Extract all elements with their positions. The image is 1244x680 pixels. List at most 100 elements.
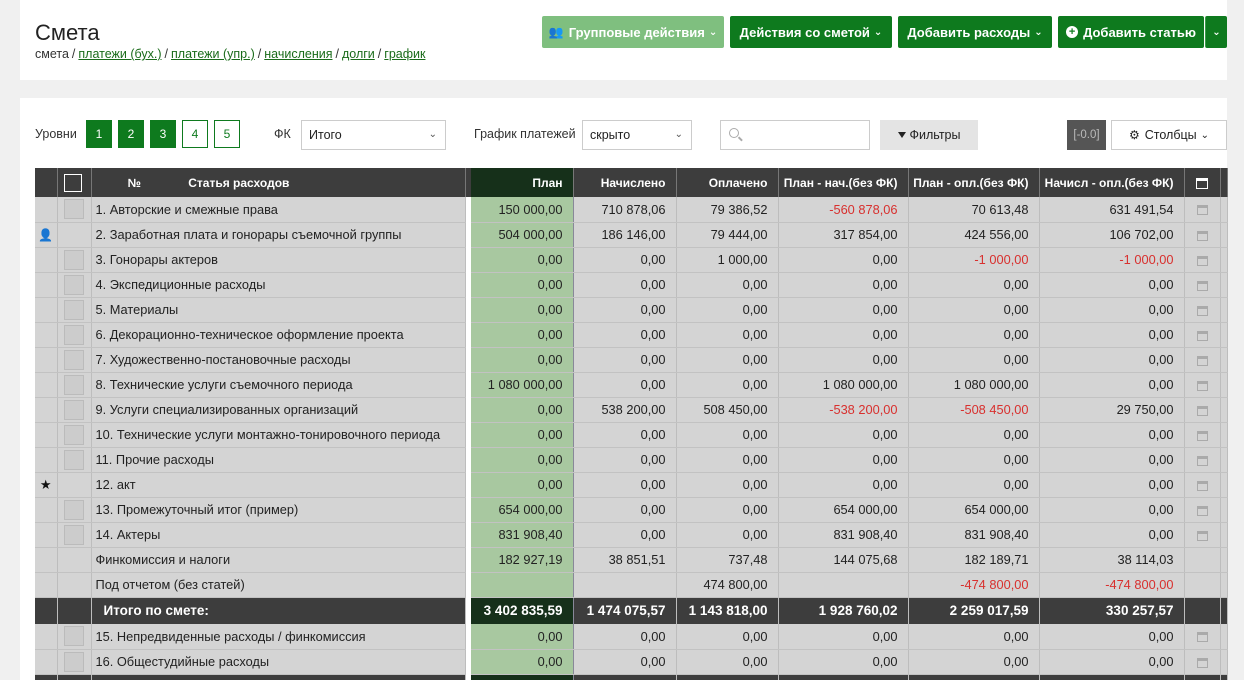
row-checkbox[interactable] [64, 249, 84, 270]
cell-plan[interactable]: 0,00 [471, 624, 574, 650]
cell-plan[interactable]: 0,00 [471, 649, 574, 675]
cell-plan[interactable]: 0,00 [471, 322, 574, 348]
cell-plan-accr[interactable]: -538 200,00 [778, 397, 909, 423]
columns-button[interactable]: ⚙ Столбцы ⌄ [1111, 120, 1227, 150]
cell-plan[interactable]: 0,00 [471, 447, 574, 473]
table-row[interactable]: 5. Материалы 0,00 0,00 0,00 0,00 0,00 0,00 [35, 297, 1228, 323]
cell-accrued[interactable]: 0,00 [573, 247, 677, 273]
table-row[interactable]: 14. Актеры 831 908,40 0,00 0,00 831 908,40 83… [35, 522, 1228, 548]
cell-plan-paid[interactable]: 831 908,40 [908, 522, 1040, 548]
cell-plan-accr[interactable]: 317 854,00 [778, 222, 909, 248]
table-row[interactable]: 1. Авторские и смежные права 150 000,00 71… [35, 197, 1228, 223]
cell-accr-paid[interactable]: 38 114,03 [1039, 547, 1185, 573]
cell-plan[interactable]: 654 000,00 [471, 497, 574, 523]
cell-plan-accr[interactable]: 0,00 [778, 272, 909, 298]
cell-accrued[interactable]: 0,00 [573, 472, 677, 498]
table-row[interactable]: 6. Декорационно-техническое оформление п… [35, 322, 1228, 348]
cell-plan-accr[interactable]: 831 908,40 [778, 522, 909, 548]
cell-plan-paid[interactable]: 0,00 [908, 649, 1040, 675]
article-name[interactable]: 7. Художественно-постановочные расходы [91, 347, 466, 373]
table-row[interactable]: 11. Прочие расходы 0,00 0,00 0,00 0,00 0,00 0,… [35, 447, 1228, 473]
cell-plan-accr[interactable]: -560 878,06 [778, 197, 909, 223]
fk-select[interactable]: Итого ⌄ [301, 120, 446, 150]
cell-plan[interactable]: 182 927,19 [471, 547, 574, 573]
cell-accrued[interactable]: 0,00 [573, 272, 677, 298]
cell-accrued[interactable]: 710 878,06 [573, 197, 677, 223]
cell-plan-paid[interactable]: -474 800,00 [908, 572, 1040, 598]
article-name[interactable]: 3. Гонорары актеров [91, 247, 466, 273]
calendar-icon[interactable] [1196, 205, 1208, 216]
article-name[interactable]: 13. Промежуточный итог (пример) [91, 497, 466, 523]
column-header-plan-accrued[interactable]: План - нач.(без ФК) [778, 168, 909, 197]
table-row[interactable]: 👤 2. Заработная плата и гонорары съемочно… [35, 222, 1228, 248]
cell-plan-paid[interactable]: 424 556,00 [908, 222, 1040, 248]
cell-paid[interactable]: 508 450,00 [676, 397, 779, 423]
cell-accr-paid[interactable]: 106 702,00 [1039, 222, 1185, 248]
cell-plan-paid[interactable]: 182 189,71 [908, 547, 1040, 573]
cell-accr-paid[interactable]: -1 000,00 [1039, 247, 1185, 273]
cell-plan[interactable]: 150 000,00 [471, 197, 574, 223]
cell-accr-paid[interactable]: 0,00 [1039, 322, 1185, 348]
cell-paid[interactable]: 0,00 [676, 297, 779, 323]
cell-plan-accr[interactable]: 0,00 [778, 247, 909, 273]
crumb-link-debts[interactable]: долги [342, 47, 375, 61]
calendar-icon[interactable] [1196, 455, 1208, 466]
row-checkbox[interactable] [64, 449, 84, 470]
cell-accr-paid[interactable]: 0,00 [1039, 297, 1185, 323]
cell-paid[interactable]: 0,00 [676, 649, 779, 675]
table-row[interactable]: 13. Промежуточный итог (пример) 654 000,0… [35, 497, 1228, 523]
cell-plan-accr[interactable]: 1 080 000,00 [778, 372, 909, 398]
cell-plan[interactable]: 0,00 [471, 472, 574, 498]
cell-plan-accr[interactable]: 0,00 [778, 297, 909, 323]
cell-accr-paid[interactable]: 0,00 [1039, 447, 1185, 473]
cell-accrued[interactable]: 186 146,00 [573, 222, 677, 248]
cell-accrued[interactable] [573, 572, 677, 598]
cell-plan-accr[interactable]: 144 075,68 [778, 547, 909, 573]
article-name[interactable]: Финкомиссия и налоги [91, 547, 466, 573]
calendar-icon[interactable] [1196, 480, 1208, 491]
calendar-icon[interactable] [1196, 430, 1208, 441]
calendar-icon[interactable] [1196, 355, 1208, 366]
add-expenses-button[interactable]: Добавить расходы ⌄ [898, 16, 1052, 48]
cell-plan-accr[interactable] [778, 572, 909, 598]
cell-accr-paid[interactable]: 631 491,54 [1039, 197, 1185, 223]
row-checkbox[interactable] [64, 626, 84, 647]
cell-plan[interactable]: 0,00 [471, 422, 574, 448]
article-name[interactable]: 5. Материалы [91, 297, 466, 323]
person-icon[interactable]: 👤 [38, 228, 53, 242]
cell-plan[interactable]: 0,00 [471, 272, 574, 298]
cell-plan-paid[interactable]: 0,00 [908, 624, 1040, 650]
cell-accrued[interactable]: 0,00 [573, 522, 677, 548]
article-name[interactable]: Под отчетом (без статей) [91, 572, 466, 598]
cell-accrued[interactable]: 0,00 [573, 322, 677, 348]
search-input[interactable] [720, 120, 870, 150]
cell-plan[interactable] [471, 572, 574, 598]
row-checkbox[interactable] [64, 374, 84, 395]
cell-plan-paid[interactable]: 70 613,48 [908, 197, 1040, 223]
cell-paid[interactable]: 0,00 [676, 322, 779, 348]
cell-plan[interactable]: 0,00 [471, 247, 574, 273]
column-header-accrued[interactable]: Начислено [573, 168, 677, 197]
article-name[interactable]: 6. Декорационно-техническое оформление п… [91, 322, 466, 348]
calendar-icon[interactable] [1196, 632, 1208, 643]
cell-plan[interactable]: 0,00 [471, 297, 574, 323]
star-icon[interactable]: ★ [40, 477, 52, 492]
cell-paid[interactable]: 0,00 [676, 522, 779, 548]
row-checkbox[interactable] [64, 499, 84, 520]
calendar-icon[interactable] [1196, 380, 1208, 391]
cell-plan-accr[interactable]: 0,00 [778, 422, 909, 448]
cell-paid[interactable]: 0,00 [676, 272, 779, 298]
article-name[interactable]: 15. Непредвиденные расходы / финкомиссия [91, 624, 466, 650]
add-article-button[interactable]: + Добавить статью [1058, 16, 1204, 48]
crumb-link-accruals[interactable]: начисления [264, 47, 332, 61]
table-row[interactable]: 9. Услуги специализированных организаций… [35, 397, 1228, 423]
cell-plan-paid[interactable]: -508 450,00 [908, 397, 1040, 423]
cell-plan[interactable]: 1 080 000,00 [471, 372, 574, 398]
cell-accrued[interactable]: 0,00 [573, 624, 677, 650]
cell-paid[interactable]: 474 800,00 [676, 572, 779, 598]
cell-plan-paid[interactable]: 0,00 [908, 272, 1040, 298]
column-header-plan-paid[interactable]: План - опл.(без ФК) [908, 168, 1040, 197]
crumb-link-payments-mgmt[interactable]: платежи (упр.) [171, 47, 255, 61]
cell-paid[interactable]: 0,00 [676, 347, 779, 373]
cell-plan[interactable]: 504 000,00 [471, 222, 574, 248]
